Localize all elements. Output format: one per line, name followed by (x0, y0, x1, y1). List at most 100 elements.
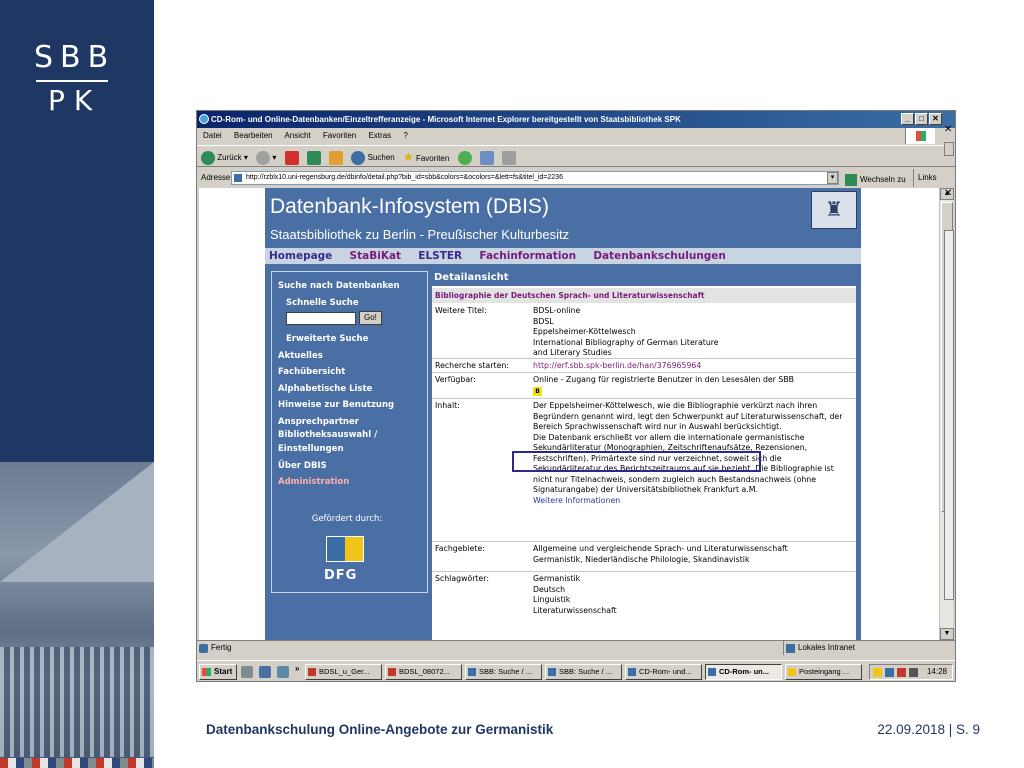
detail-view: Detailansicht Bibliographie der Deutsche… (432, 269, 856, 640)
research-link-highlight (512, 451, 761, 472)
menu-extras[interactable]: Extras (368, 131, 391, 140)
sidebar-item-administration[interactable]: Administration (278, 474, 427, 491)
outer-close-icon[interactable]: ✕ (944, 124, 952, 135)
quicklaunch-more-icon[interactable]: » (295, 664, 299, 673)
row-available: Verfügbar: Online - Zugang für registrie… (432, 373, 856, 399)
keyword: Linguistik (533, 595, 571, 604)
tool-tray-icon[interactable] (909, 668, 918, 677)
keywords-value: Germanistik Deutsch Linguistik Literatur… (533, 574, 851, 616)
mail-icon[interactable] (479, 151, 494, 165)
go-arrow-icon (845, 173, 857, 186)
star-icon: ★ (402, 150, 414, 164)
other-title: Eppelsheimer-Köttelwesch (533, 327, 636, 336)
task-button[interactable]: CD-Rom- und... (625, 664, 702, 680)
home-icon[interactable] (329, 151, 344, 165)
subject: Allgemeine und vergleichende Sprach- und… (533, 544, 788, 553)
favorites-button[interactable]: ★ Favoriten (403, 146, 449, 170)
sidebar-item-alphabetische-liste[interactable]: Alphabetische Liste (278, 381, 427, 398)
sidebar-item-aktuelles[interactable]: Aktuelles (278, 348, 427, 365)
task-button[interactable]: BDSL_u_Ger... (305, 664, 382, 680)
mail-tray-icon[interactable] (873, 668, 882, 677)
keyword: Germanistik (533, 574, 581, 583)
address-bar: Adresse http://rzblx10.uni-regensburg.de… (197, 169, 955, 189)
quick-search-input[interactable] (286, 311, 356, 325)
task-button-active[interactable]: CD-Rom- un... (705, 664, 782, 680)
refresh-icon[interactable] (306, 151, 321, 165)
address-dropdown-icon[interactable]: ▾ (827, 172, 838, 184)
intranet-icon (786, 644, 795, 653)
other-titles-label: Weitere Titel: (435, 306, 487, 315)
search-heading[interactable]: Suche nach Datenbanken (278, 278, 427, 295)
network-tray-icon[interactable] (885, 668, 894, 677)
other-title: BDSL (533, 316, 554, 326)
logo-divider (36, 80, 108, 82)
nav-stabikat[interactable]: StaBiKat (350, 250, 402, 262)
task-button[interactable]: Posteingang ... (785, 664, 862, 680)
research-link[interactable]: http://erf.sbb.spk-berlin.de/han/3769659… (533, 361, 851, 372)
stop-icon[interactable] (284, 151, 299, 165)
keyword: Literaturwissenschaft (533, 605, 617, 615)
links-button[interactable]: Links (913, 169, 937, 187)
menu-datei[interactable]: Datei (203, 131, 222, 140)
task-label: BDSL_u_Ger... (319, 667, 370, 676)
history-icon[interactable] (457, 151, 472, 165)
outer-scrollbar[interactable] (944, 142, 954, 156)
dbis-page: Datenbank-Infosystem (DBIS) Staatsbiblio… (265, 188, 861, 640)
back-label: Zurück (217, 153, 242, 162)
outer-scrollbar[interactable] (944, 230, 954, 600)
nav-homepage[interactable]: Homepage (269, 250, 332, 262)
quicklaunch-desktop-icon[interactable] (241, 666, 253, 678)
zone-label: Lokales Intranet (798, 643, 855, 652)
sidebar-item-ueber-dbis[interactable]: Über DBIS (278, 458, 427, 475)
nav-datenbankschulungen[interactable]: Datenbankschulungen (593, 250, 726, 262)
menu-help[interactable]: ? (403, 131, 407, 140)
sidebar-item-fachuebersicht[interactable]: Fachübersicht (278, 364, 427, 381)
quicklaunch-ie-icon[interactable] (259, 666, 271, 678)
quicklaunch-ie2-icon[interactable] (277, 666, 289, 678)
nav-elster[interactable]: ELSTER (418, 250, 462, 262)
eagle-logo-icon: ♜ (811, 191, 857, 229)
task-button[interactable]: SBB: Suche / ... (545, 664, 622, 680)
close-button[interactable]: ✕ (929, 113, 942, 125)
outer-close-icon[interactable]: ✕ (944, 188, 952, 199)
available-text: Online - Zugang für registrierte Benutze… (533, 375, 795, 384)
antivirus-tray-icon[interactable] (897, 668, 906, 677)
print-icon[interactable] (502, 151, 517, 165)
menu-bar: Datei Bearbeiten Ansicht Favoriten Extra… (197, 128, 955, 144)
menu-ansicht[interactable]: Ansicht (284, 131, 310, 140)
menu-favoriten[interactable]: Favoriten (323, 131, 356, 140)
toolbar: Zurück ▾ ▾ Suchen ★ Favoriten (197, 145, 955, 170)
back-button[interactable]: Zurück ▾ (201, 147, 248, 169)
nav-fachinformation[interactable]: Fachinformation (479, 250, 576, 262)
quick-search-link[interactable]: Schnelle Suche (278, 295, 427, 312)
window-title: CD-Rom- und Online-Datenbanken/Einzeltre… (211, 115, 681, 124)
sidebar-item-einstellungen[interactable]: Einstellungen (278, 441, 427, 458)
back-arrow-icon (201, 150, 215, 165)
go-search-button[interactable]: Go! (358, 311, 382, 325)
forward-button[interactable]: ▾ (256, 147, 276, 169)
task-button[interactable]: BDSL_08072... (385, 664, 462, 680)
browser-window: CD-Rom- und Online-Datenbanken/Einzeltre… (196, 110, 956, 682)
dbis-title: Datenbank-Infosystem (DBIS) (270, 195, 549, 218)
clock: 14:28 (926, 667, 947, 676)
menu-bearbeiten[interactable]: Bearbeiten (234, 131, 273, 140)
access-badge-icon: B (533, 386, 542, 396)
task-button[interactable]: SBB: Suche / ... (465, 664, 542, 680)
sidebar-item-hinweise[interactable]: Hinweise zur Benutzung (278, 397, 427, 414)
more-info-link[interactable]: Weitere Informationen (533, 496, 851, 507)
address-input[interactable]: http://rzblx10.uni-regensburg.de/dbinfo/… (231, 171, 839, 185)
maximize-button[interactable]: □ (915, 113, 928, 125)
task-label: CD-Rom- und... (639, 667, 692, 676)
advanced-search-link[interactable]: Erweiterte Suche (278, 331, 427, 348)
page-icon (234, 174, 242, 182)
available-label: Verfügbar: (435, 375, 476, 384)
sidebar-item-bibliotheksauswahl[interactable]: Bibliotheksauswahl / (278, 430, 427, 441)
start-button[interactable]: Start (199, 664, 238, 680)
minimize-button[interactable]: _ (901, 113, 914, 125)
search-button[interactable]: Suchen (351, 147, 395, 169)
dbis-subtitle: Staatsbibliothek zu Berlin - Preußischer… (270, 227, 570, 242)
other-title: International Bibliography of German Lit… (533, 337, 719, 347)
sidebar-item-ansprechpartner[interactable]: Ansprechpartner (278, 414, 427, 431)
windows-flag-icon (202, 668, 211, 676)
go-button[interactable]: Wechseln zu (845, 171, 906, 189)
